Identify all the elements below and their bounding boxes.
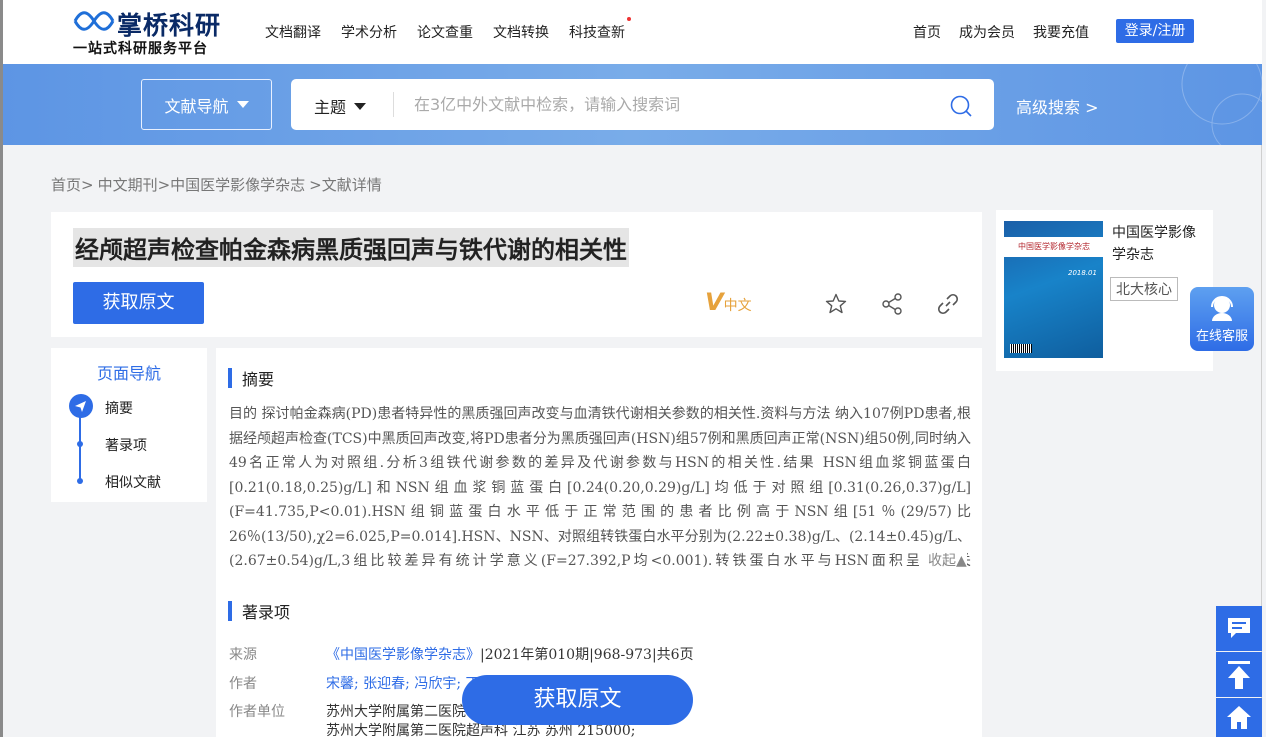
- search-box: 主题: [291, 79, 994, 130]
- back-to-top-button[interactable]: [1216, 652, 1262, 697]
- brand-name: 掌桥科研: [117, 11, 222, 40]
- journal-name[interactable]: 中国医学影像学杂志: [1112, 222, 1204, 266]
- page-nav-abstract[interactable]: 摘要: [105, 398, 133, 418]
- arrow-up-icon: [1228, 661, 1250, 689]
- share-icon[interactable]: [880, 292, 904, 316]
- feedback-button[interactable]: [1216, 606, 1262, 651]
- core-journal-tag: 北大核心: [1110, 277, 1178, 301]
- language-badge: V 中文: [705, 288, 752, 316]
- page-navigation: 页面导航 摘要 著录项 相似文献: [51, 348, 207, 502]
- location-arrow-icon: [69, 394, 93, 418]
- top-navbar: 掌桥科研 一站式科研服务平台 文档翻译 学术分析 论文查重 文档转换 科技查新 …: [3, 0, 1262, 64]
- barcode-icon: [1010, 344, 1032, 353]
- abstract-heading: 摘要: [228, 366, 274, 390]
- unit-value: 苏州大学附属第二医院: [326, 704, 466, 720]
- source-row: 来源 《中国医学影像学杂志》 |2021年第010期|968-973|共6页: [229, 644, 694, 664]
- unit-row: 作者单位 苏州大学附属第二医院: [229, 701, 466, 721]
- literature-nav-dropdown[interactable]: 文献导航: [141, 79, 272, 130]
- abstract-heading-label: 摘要: [242, 370, 275, 389]
- caret-down-icon: [354, 102, 367, 110]
- breadcrumb-journal[interactable]: 中国医学影像学杂志: [170, 174, 305, 195]
- caret-down-icon: [236, 101, 249, 108]
- nav-recharge[interactable]: 我要充值: [1033, 22, 1089, 42]
- v-badge-mark: V: [705, 288, 724, 316]
- journal-cover[interactable]: 中国医学影像学杂志 2018.01: [1004, 221, 1103, 358]
- literature-nav-label: 文献导航: [164, 96, 229, 116]
- article-title: 经颅超声检查帕金森病黑质强回声与铁代谢的相关性: [73, 228, 629, 267]
- floating-get-full-text-button[interactable]: 获取原文: [462, 675, 693, 725]
- nav-convert[interactable]: 文档转换: [493, 22, 549, 42]
- source-link[interactable]: 《中国医学影像学杂志》: [326, 644, 480, 664]
- star-icon[interactable]: [824, 292, 848, 316]
- nav-analysis[interactable]: 学术分析: [341, 22, 397, 42]
- new-dot: [627, 17, 631, 21]
- record-heading: 著录项: [228, 599, 290, 623]
- nav-novelty-label: 科技查新: [569, 25, 625, 41]
- search-scope-select[interactable]: 主题: [314, 94, 367, 118]
- record-heading-label: 著录项: [242, 603, 291, 622]
- login-button[interactable]: 登录/注册: [1116, 19, 1194, 43]
- cover-year: 2018.01: [1068, 269, 1097, 277]
- search-scope-label: 主题: [314, 98, 347, 117]
- nav-novelty[interactable]: 科技查新: [569, 17, 631, 42]
- source-label: 来源: [229, 647, 257, 663]
- author-label: 作者: [229, 676, 257, 692]
- collapse-toggle[interactable]: 收起▲: [920, 550, 967, 570]
- breadcrumb-home[interactable]: 首页>: [51, 174, 94, 195]
- logo-mark-icon: [73, 11, 115, 31]
- home-icon: [1227, 706, 1251, 729]
- chat-icon: [1228, 618, 1250, 638]
- unit-label: 作者单位: [229, 704, 285, 720]
- logo[interactable]: 掌桥科研 一站式科研服务平台: [71, 6, 231, 58]
- nav-dot: [77, 478, 83, 484]
- author-row: 作者 宋馨; 张迎春; 冯欣宇; 丁: [229, 673, 480, 693]
- language-label: 中文: [723, 298, 752, 314]
- page-nav-similar[interactable]: 相似文献: [105, 472, 161, 492]
- link-icon[interactable]: [936, 292, 960, 316]
- online-service-label: 在线客服: [1195, 329, 1248, 344]
- breadcrumb: 首页> 中文期刊> 中国医学影像学杂志 >文献详情: [51, 174, 382, 195]
- section-bar: [228, 368, 232, 388]
- search-band: 文献导航 主题 高级搜索 >: [3, 64, 1262, 145]
- breadcrumb-current: >文献详情: [309, 176, 382, 194]
- section-bar: [228, 601, 232, 621]
- search-icon[interactable]: [949, 94, 973, 118]
- nav-membership[interactable]: 成为会员: [959, 22, 1015, 42]
- home-button[interactable]: [1216, 698, 1262, 737]
- divider: [393, 92, 394, 117]
- cover-title: 中国医学影像学杂志: [1018, 242, 1090, 251]
- unit-spacer: [229, 720, 326, 737]
- nav-home[interactable]: 首页: [913, 22, 941, 42]
- source-detail: |2021年第010期|968-973|共6页: [480, 647, 694, 663]
- search-input[interactable]: [414, 91, 934, 118]
- nav-translate[interactable]: 文档翻译: [265, 22, 321, 42]
- online-service-button[interactable]: 在线客服: [1190, 287, 1254, 351]
- customer-service-icon: [1211, 296, 1233, 321]
- brand-slogan: 一站式科研服务平台: [73, 41, 208, 57]
- article-header-card: 经颅超声检查帕金森病黑质强回声与铁代谢的相关性 获取原文 V 中文: [51, 212, 982, 337]
- abstract-text: 目的 探讨帕金森病(PD)患者特异性的黑质强回声改变与血清铁代谢相关参数的相关性…: [229, 406, 971, 569]
- user-nav: 首页 成为会员 我要充值: [913, 22, 1089, 42]
- breadcrumb-cn-journals[interactable]: 中文期刊>: [98, 174, 171, 195]
- main-nav: 文档翻译 学术分析 论文查重 文档转换 科技查新: [265, 17, 631, 42]
- page-nav-title: 页面导航: [97, 364, 162, 383]
- advanced-search-link[interactable]: 高级搜索 >: [1016, 94, 1099, 118]
- nav-plagiarism[interactable]: 论文查重: [417, 22, 473, 42]
- author-links[interactable]: 宋馨; 张迎春; 冯欣宇; 丁: [326, 673, 480, 693]
- get-full-text-button[interactable]: 获取原文: [73, 282, 204, 324]
- journal-card[interactable]: 中国医学影像学杂志 2018.01 中国医学影像学杂志 北大核心: [996, 210, 1213, 371]
- nav-dot: [77, 441, 83, 447]
- page-nav-record[interactable]: 著录项: [105, 435, 147, 455]
